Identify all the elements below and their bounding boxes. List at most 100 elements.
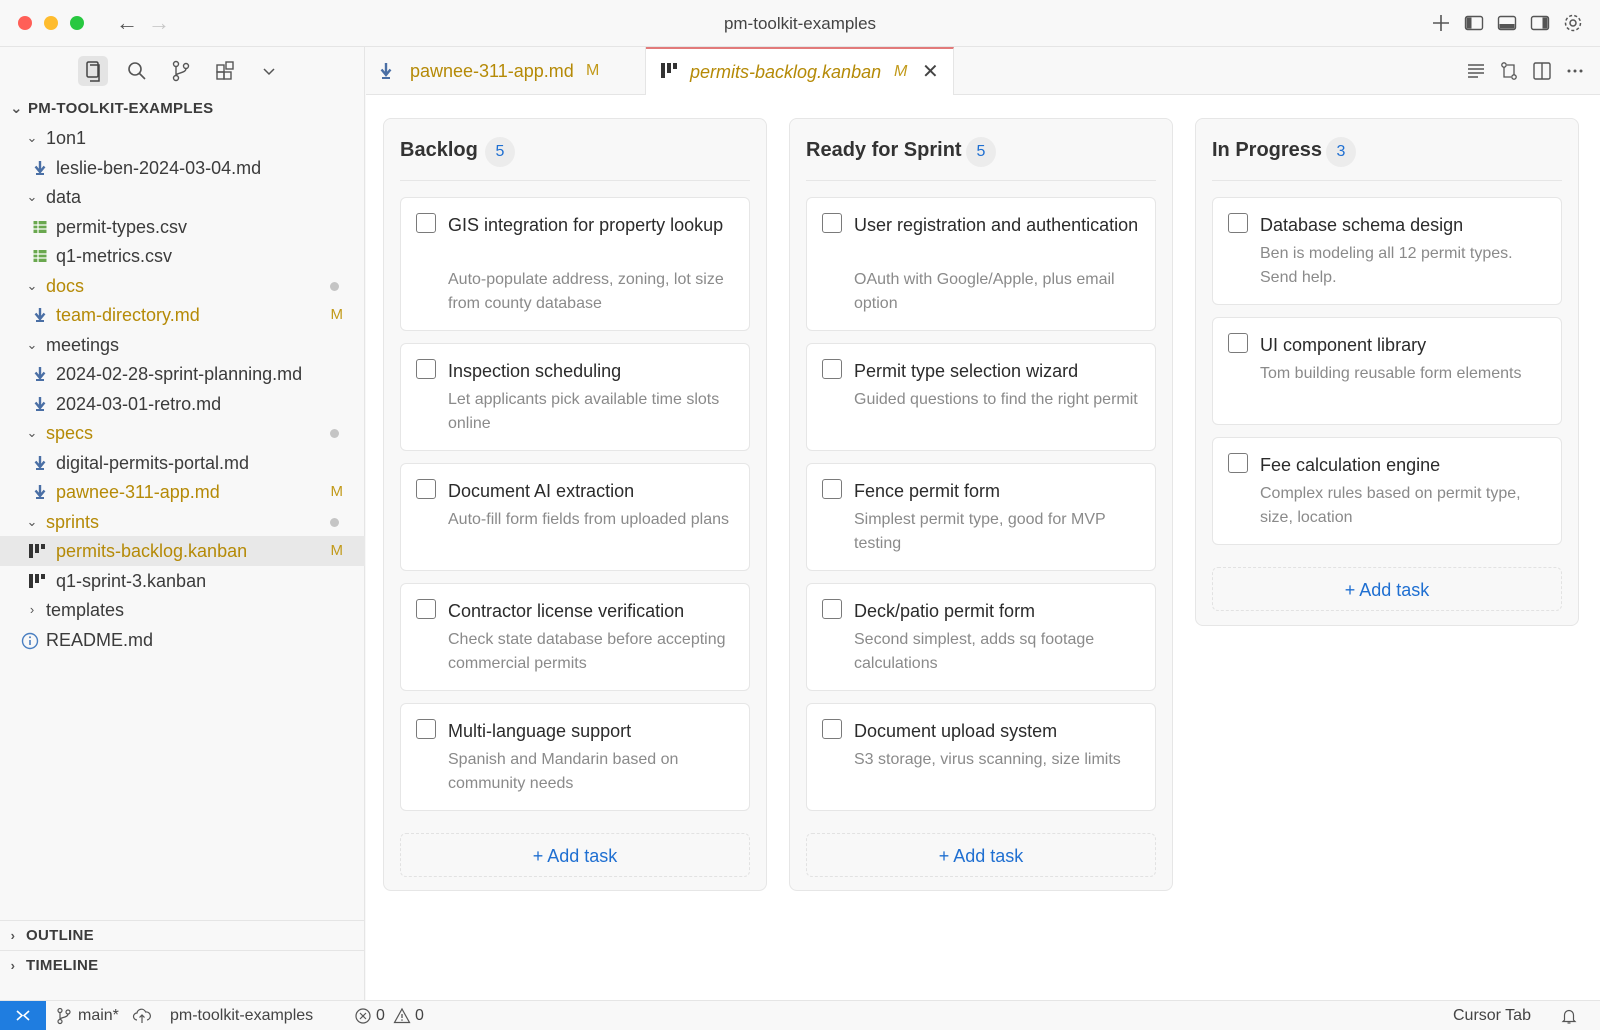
tree-folder-1on1[interactable]: ⌄ 1on1	[0, 123, 365, 153]
tree-folder-specs[interactable]: ⌄ specs	[0, 418, 365, 448]
modified-badge: M	[330, 483, 344, 500]
git-branch-label[interactable]: main*	[78, 1001, 119, 1030]
more-actions-icon[interactable]	[1563, 59, 1587, 83]
task-title: UI component library	[1260, 335, 1427, 355]
notifications-bell-icon[interactable]	[1560, 1007, 1578, 1025]
task-card[interactable]: Multi-language support Spanish and Manda…	[400, 703, 750, 811]
tree-file-readme[interactable]: README.md	[0, 625, 365, 655]
task-checkbox[interactable]	[416, 599, 436, 619]
tree-file-leslie-ben[interactable]: leslie-ben-2024-03-04.md	[0, 153, 365, 183]
task-card[interactable]: GIS integration for property lookup Auto…	[400, 197, 750, 331]
task-card[interactable]: Document upload system S3 storage, virus…	[806, 703, 1156, 811]
tree-file-permit-types[interactable]: permit-types.csv	[0, 212, 365, 242]
toggle-panel-icon[interactable]	[1496, 12, 1518, 34]
tree-file-sprint-planning[interactable]: 2024-02-28-sprint-planning.md	[0, 359, 365, 389]
task-checkbox[interactable]	[822, 719, 842, 739]
close-tab-icon[interactable]: ✕	[922, 49, 939, 95]
new-item-icon[interactable]	[1430, 12, 1452, 34]
column-count-badge: 5	[966, 137, 996, 167]
task-card[interactable]: Fee calculation engine Complex rules bas…	[1212, 437, 1562, 545]
tree-folder-templates[interactable]: › templates	[0, 595, 365, 625]
task-card[interactable]: User registration and authentication OAu…	[806, 197, 1156, 331]
toggle-sidebar-icon[interactable]	[1463, 12, 1485, 34]
add-task-button[interactable]: + Add task	[1212, 567, 1562, 611]
explorer-root-folder[interactable]: ⌄ PM-TOOLKIT-EXAMPLES	[10, 99, 213, 117]
warning-count[interactable]: 0	[415, 1001, 424, 1030]
tree-file-retro[interactable]: 2024-03-01-retro.md	[0, 389, 365, 419]
task-checkbox[interactable]	[416, 479, 436, 499]
task-title: Multi-language support	[448, 721, 632, 741]
task-title: Fee calculation engine	[1260, 455, 1441, 475]
task-card[interactable]: Contractor license verification Check st…	[400, 583, 750, 691]
task-description: Guided questions to find the right permi…	[854, 391, 1138, 408]
preview-lines-icon[interactable]	[1464, 59, 1488, 83]
explorer-files-icon[interactable]	[78, 56, 108, 86]
modified-badge: M	[330, 306, 344, 323]
cursor-tab-status[interactable]: Cursor Tab	[1453, 1001, 1531, 1030]
task-card[interactable]: Document AI extraction Auto-fill form fi…	[400, 463, 750, 571]
task-checkbox[interactable]	[416, 213, 436, 233]
chevron-down-icon[interactable]	[254, 56, 284, 86]
column-header: Ready for Sprint 5	[806, 119, 1156, 181]
task-title: Inspection scheduling	[448, 361, 622, 381]
tree-folder-docs[interactable]: ⌄ docs	[0, 271, 365, 301]
task-card[interactable]: Inspection scheduling Let applicants pic…	[400, 343, 750, 451]
modified-dot-indicator	[330, 429, 339, 438]
kanban-board: Backlog 5 GIS integration for property l…	[366, 95, 1600, 1000]
split-editor-icon[interactable]	[1530, 59, 1554, 83]
source-control-icon[interactable]	[166, 56, 196, 86]
tree-file-team-directory[interactable]: team-directory.md M	[0, 300, 365, 330]
kanban-board-icon	[660, 62, 678, 80]
tab-pawnee-311-app[interactable]: pawnee-311-app.md M	[366, 47, 646, 95]
tab-permits-backlog[interactable]: permits-backlog.kanban M ✕	[646, 47, 954, 96]
task-description: Check state database before accepting co…	[448, 631, 726, 672]
tree-folder-meetings[interactable]: ⌄ meetings	[0, 330, 365, 360]
task-card[interactable]: Fence permit form Simplest permit type, …	[806, 463, 1156, 571]
timeline-panel-header[interactable]: › TIMELINE	[0, 950, 365, 980]
task-checkbox[interactable]	[416, 359, 436, 379]
add-task-button[interactable]: + Add task	[400, 833, 750, 877]
column-count-badge: 5	[485, 137, 515, 167]
column-title: Ready for Sprint	[806, 139, 962, 161]
modified-dot-indicator	[330, 518, 339, 527]
title-bar: ← → pm-toolkit-examples	[0, 0, 1600, 47]
extensions-icon[interactable]	[210, 56, 240, 86]
tree-folder-data[interactable]: ⌄ data	[0, 182, 365, 212]
task-checkbox[interactable]	[822, 213, 842, 233]
settings-gear-icon[interactable]	[1562, 12, 1584, 34]
task-checkbox[interactable]	[822, 359, 842, 379]
tree-file-q1-metrics[interactable]: q1-metrics.csv	[0, 241, 365, 271]
search-icon[interactable]	[122, 56, 152, 86]
markdown-file-icon	[32, 366, 48, 382]
tree-file-pawnee-311-app[interactable]: pawnee-311-app.md M	[0, 477, 365, 507]
task-card[interactable]: Deck/patio permit form Second simplest, …	[806, 583, 1156, 691]
chevron-down-icon: ⌄	[10, 100, 23, 117]
cloud-sync-icon[interactable]	[132, 1007, 152, 1025]
task-description: Simplest permit type, good for MVP testi…	[854, 511, 1106, 552]
task-checkbox[interactable]	[822, 479, 842, 499]
toggle-secondary-sidebar-icon[interactable]	[1529, 12, 1551, 34]
task-checkbox[interactable]	[416, 719, 436, 739]
tree-file-q1-sprint-3[interactable]: q1-sprint-3.kanban	[0, 566, 365, 596]
task-card[interactable]: Permit type selection wizard Guided ques…	[806, 343, 1156, 451]
tree-file-digital-permits-portal[interactable]: digital-permits-portal.md	[0, 448, 365, 478]
modified-badge: M	[894, 63, 908, 80]
task-card[interactable]: UI component library Tom building reusab…	[1212, 317, 1562, 425]
task-card[interactable]: Database schema design Ben is modeling a…	[1212, 197, 1562, 305]
task-checkbox[interactable]	[1228, 333, 1248, 353]
branch-icon	[56, 1007, 72, 1025]
tree-file-permits-backlog[interactable]: permits-backlog.kanban M	[0, 536, 365, 566]
remote-indicator[interactable]	[0, 1001, 46, 1030]
add-task-button[interactable]: + Add task	[806, 833, 1156, 877]
compare-changes-icon[interactable]	[1497, 59, 1521, 83]
outline-panel-header[interactable]: › OUTLINE	[0, 920, 365, 950]
workspace-name[interactable]: pm-toolkit-examples	[170, 1001, 313, 1030]
tree-folder-sprints[interactable]: ⌄ sprints	[0, 507, 365, 537]
task-checkbox[interactable]	[822, 599, 842, 619]
column-ready-for-sprint: Ready for Sprint 5 User registration and…	[789, 118, 1173, 891]
csv-file-icon	[32, 248, 48, 264]
info-icon	[21, 632, 39, 650]
task-checkbox[interactable]	[1228, 213, 1248, 233]
error-count[interactable]: 0	[376, 1001, 385, 1030]
task-checkbox[interactable]	[1228, 453, 1248, 473]
